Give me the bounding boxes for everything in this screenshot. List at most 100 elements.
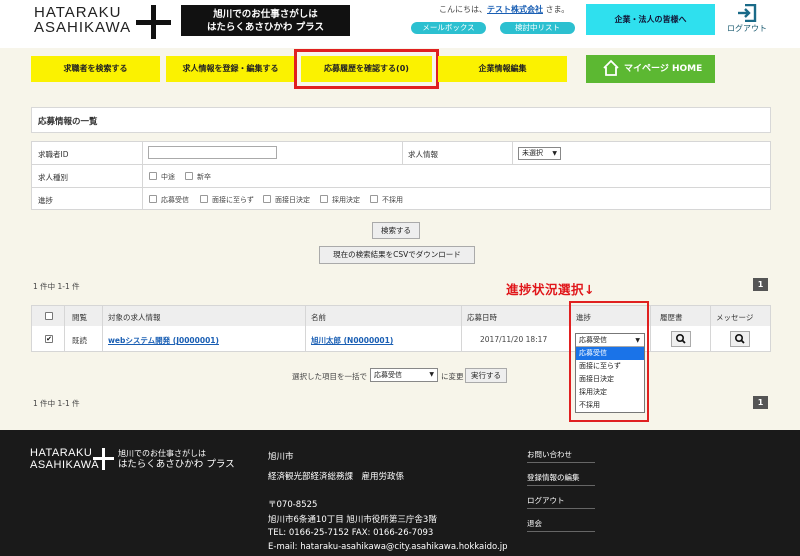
progress-checkbox[interactable]	[149, 195, 157, 203]
nav-highlight-frame	[294, 49, 439, 89]
greeting-suffix: さま。	[543, 5, 570, 14]
footer-link-logout[interactable]: ログアウト	[527, 495, 565, 506]
select-all-checkbox[interactable]	[45, 312, 53, 320]
footer-link-edit-profile[interactable]: 登録情報の編集	[527, 472, 580, 483]
col-header-resume: 履歴書	[660, 313, 683, 322]
mailbox-button[interactable]: メールボックス	[411, 22, 486, 34]
checklist-button[interactable]: 検討中リスト	[500, 22, 575, 34]
pagination-page-top[interactable]: 1	[753, 278, 768, 291]
result-count-bottom: 1 件中 1-1 件	[33, 399, 80, 408]
pagination-page-bottom[interactable]: 1	[753, 396, 768, 409]
results-col-divider	[461, 305, 462, 352]
status-select-annotation: 進捗状況選択↓	[506, 282, 595, 297]
logout-button[interactable]: ログアウト	[722, 4, 772, 38]
footer-postal: 〒070-8525	[268, 500, 318, 510]
row-name-link[interactable]: 旭川太郎 (N0000001)	[311, 335, 393, 346]
footer-logo[interactable]: HATARAKU ASAHIKAWA	[30, 447, 99, 471]
footer-link-divider	[527, 462, 595, 463]
resume-view-button[interactable]	[671, 331, 691, 347]
row-job-link[interactable]: webシステム開発 (J0000001)	[108, 335, 219, 346]
footer-dept: 経済観光部経済総務課 雇用労政係	[268, 472, 405, 482]
filter-col-divider	[142, 141, 143, 210]
bulk-prefix: 選択した項目を一括で	[292, 372, 367, 381]
company-name-link[interactable]: テスト株式会社	[487, 5, 543, 14]
result-count-top: 1 件中 1-1 件	[33, 282, 80, 291]
job-type-option: 中途	[161, 173, 175, 181]
col-header-viewed: 閲覧	[72, 313, 87, 322]
status-highlight-frame	[569, 301, 649, 422]
progress-option: 不採用	[382, 196, 403, 204]
chevron-down-icon: ▼	[552, 150, 557, 157]
progress-option: 応募受信	[161, 196, 189, 204]
nav-company-edit[interactable]: 企業情報編集	[438, 56, 567, 82]
footer-tel: TEL: 0166-25-7152 FAX: 0166-26-7093	[268, 528, 434, 538]
col-header-job: 対象の求人情報	[108, 313, 161, 322]
magnifier-icon	[735, 333, 745, 344]
seeker-id-input[interactable]	[148, 146, 277, 159]
progress-option: 面接に至らず	[212, 196, 254, 204]
site-logo[interactable]: HATARAKU ASAHIKAWA	[34, 5, 131, 35]
tagline-line2: はたらくあさひかわ プラス	[207, 22, 324, 33]
corporate-button[interactable]: 企業・法人の皆様へ	[586, 4, 715, 35]
logo-plus-icon	[132, 2, 174, 42]
results-col-divider	[710, 305, 711, 352]
logo-line2: ASAHIKAWA	[34, 19, 132, 36]
row-date: 2017/11/20 18:17	[480, 335, 548, 344]
results-col-divider	[64, 305, 65, 352]
bulk-select-value: 応募受信	[374, 371, 402, 379]
section-title-box	[31, 107, 771, 133]
footer-link-contact[interactable]: お問い合わせ	[527, 449, 572, 460]
footer-tag-line1: 旭川でのお仕事さがしは	[118, 449, 206, 458]
footer-link-withdraw[interactable]: 退会	[527, 518, 542, 529]
progress-checkbox[interactable]	[263, 195, 271, 203]
progress-checkbox[interactable]	[320, 195, 328, 203]
execute-button[interactable]: 実行する	[465, 368, 507, 383]
row-viewed: 既読	[72, 336, 87, 345]
message-view-button[interactable]	[730, 331, 750, 347]
progress-checkbox[interactable]	[200, 195, 208, 203]
chevron-down-icon: ▼	[429, 371, 434, 378]
logout-label: ログアウト	[727, 24, 767, 33]
job-type-checkbox[interactable]	[185, 172, 193, 180]
results-col-divider	[102, 305, 103, 352]
col-header-message: メッセージ	[716, 313, 754, 322]
magnifier-icon	[676, 333, 686, 344]
progress-option: 面接日決定	[275, 196, 310, 204]
footer-tag-line2: はたらくあさひかわ プラス	[118, 459, 235, 470]
section-title: 応募情報の一覧	[38, 117, 98, 127]
job-info-select[interactable]: 未選択 ▼	[518, 147, 561, 160]
row-checkbox[interactable]: ✔	[45, 335, 53, 343]
job-type-option: 新卒	[197, 173, 211, 181]
tagline-line1: 旭川でのお仕事さがしは	[213, 9, 318, 20]
progress-checkbox[interactable]	[370, 195, 378, 203]
greeting: こんにちは、テスト株式会社 さま。	[439, 4, 569, 15]
nav-search-seekers[interactable]: 求職者を検索する	[31, 56, 160, 82]
greeting-prefix: こんにちは、	[439, 5, 487, 14]
filter-col-divider	[512, 141, 513, 164]
job-type-label: 求人種別	[38, 173, 68, 182]
logout-icon	[738, 4, 757, 22]
progress-label: 進捗	[38, 196, 53, 205]
seeker-id-label: 求職者ID	[38, 150, 69, 159]
home-icon	[603, 59, 619, 76]
progress-option: 採用決定	[332, 196, 360, 204]
footer-link-divider	[527, 531, 595, 532]
footer-link-divider	[527, 508, 595, 509]
footer-org: 旭川市	[268, 452, 294, 462]
footer-email: E-mail: hataraku-asahikawa@city.asahikaw…	[268, 542, 508, 552]
footer-address: 旭川市6条通10丁目 旭川市役所第三庁舎3階	[268, 515, 437, 525]
footer-logo-line2: ASAHIKAWA	[30, 459, 100, 471]
footer-logo-line1: HATARAKU	[30, 447, 93, 459]
job-type-checkbox[interactable]	[149, 172, 157, 180]
bulk-suffix: に変更	[441, 372, 464, 381]
search-button[interactable]: 検索する	[372, 222, 420, 239]
csv-download-button[interactable]: 現在の検索結果をCSVでダウンロード	[319, 246, 475, 264]
footer-plus-icon	[92, 447, 116, 471]
col-header-date: 応募日時	[467, 313, 497, 322]
bulk-status-select[interactable]: 応募受信 ▼	[370, 368, 438, 382]
job-info-select-value: 未選択	[522, 149, 543, 157]
nav-edit-jobs[interactable]: 求人情報を登録・編集する	[166, 56, 295, 82]
site-tagline: 旭川でのお仕事さがしは はたらくあさひかわ プラス	[181, 5, 350, 36]
filter-col-divider	[402, 141, 403, 164]
results-col-divider	[305, 305, 306, 352]
